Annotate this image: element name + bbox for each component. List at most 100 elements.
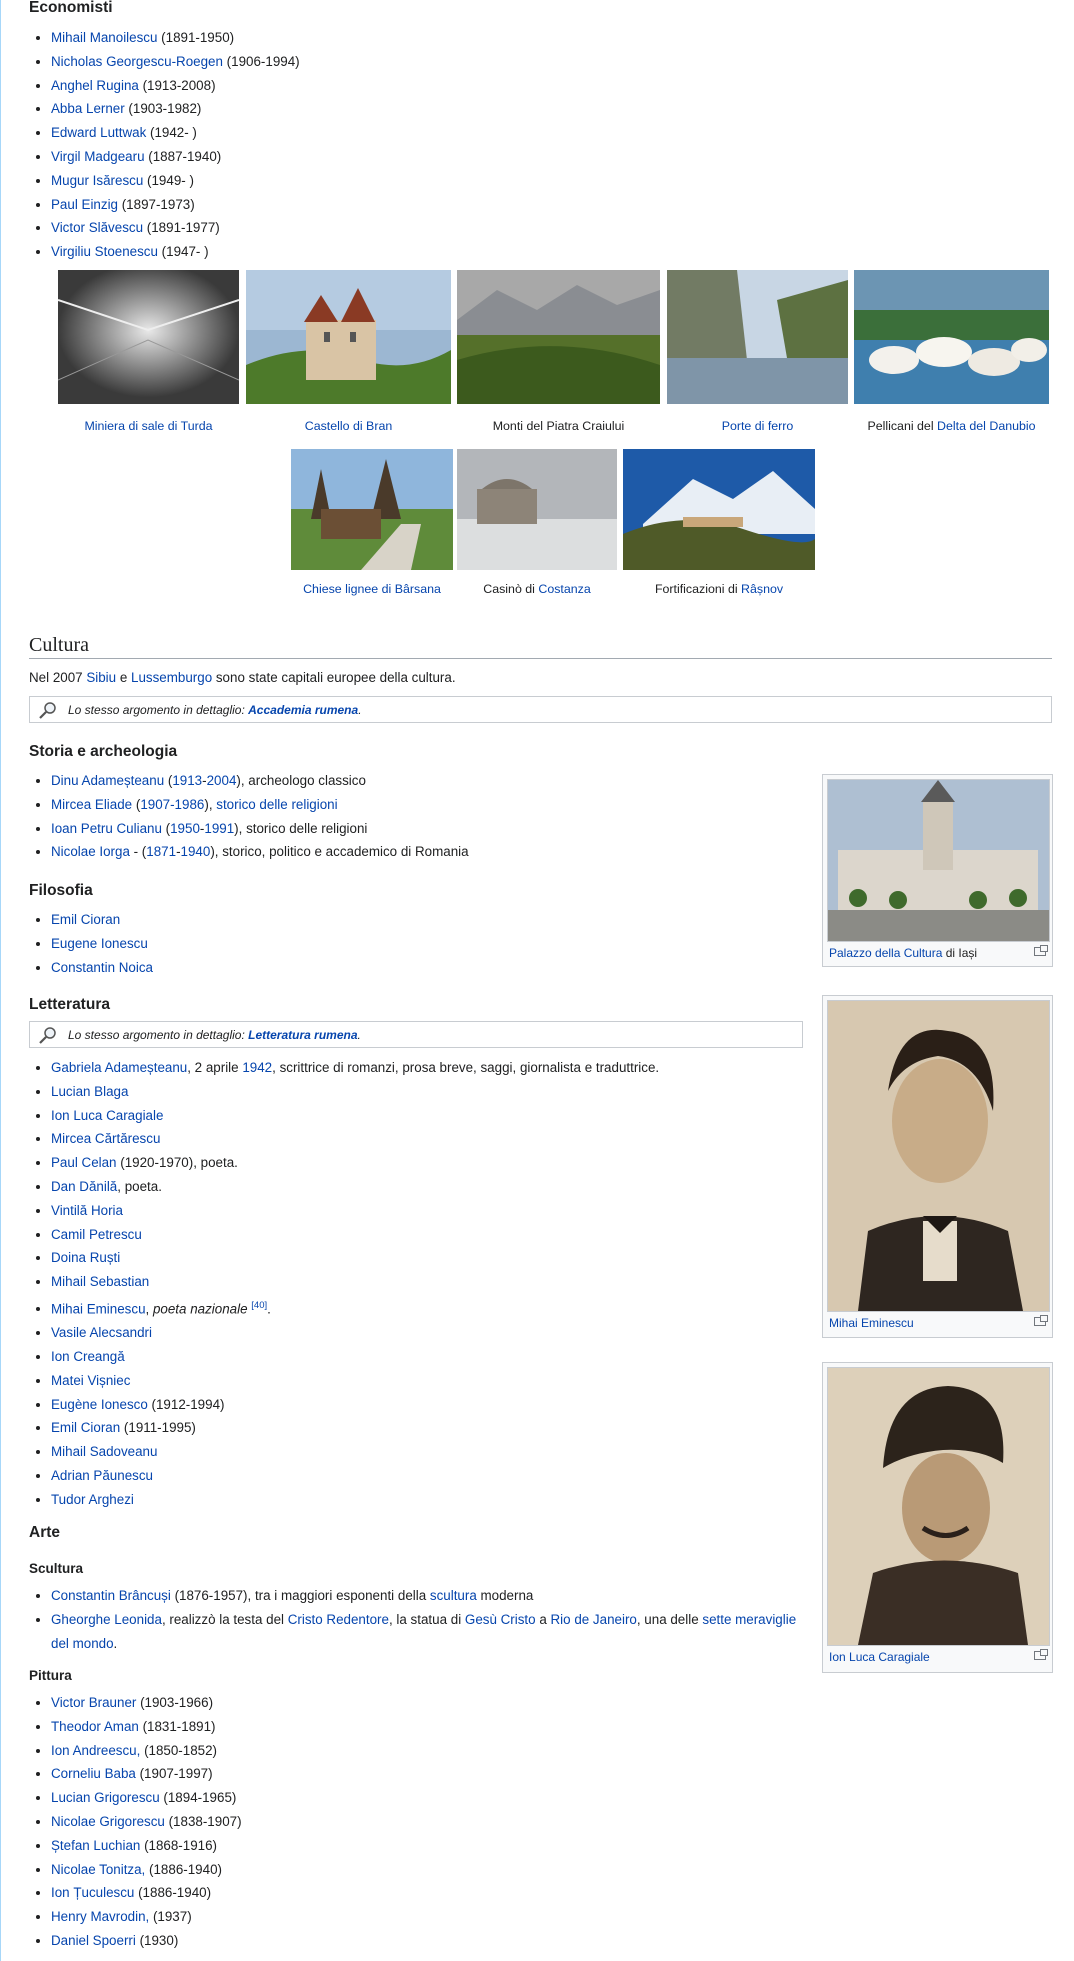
list-text: (1891-1977) [143, 220, 220, 236]
person-link[interactable]: Mihail Sebastian [51, 1274, 149, 1289]
gallery-link-rasnov[interactable]: Râșnov [741, 582, 783, 596]
person-link[interactable]: Doina Ruști [51, 1250, 120, 1265]
person-link[interactable]: Eugène Ionesco [51, 1397, 148, 1412]
reference-link[interactable]: [40] [251, 1300, 267, 1311]
person-link[interactable]: Abba Lerner [51, 101, 125, 116]
person-link[interactable]: Nicolae Iorga [51, 844, 130, 859]
reference-link[interactable]: [40] [251, 1300, 267, 1311]
list-text: . [267, 1301, 271, 1317]
gallery-image-barsana[interactable] [291, 449, 453, 570]
person-link[interactable]: Anghel Rugina [51, 78, 139, 93]
person-link[interactable]: Mihail Sadoveanu [51, 1444, 157, 1459]
link-palazzo-cultura[interactable]: Palazzo della Cultura [829, 946, 942, 960]
person-link[interactable]: Mugur Isărescu [51, 173, 143, 188]
person-link[interactable]: Constantin Noica [51, 960, 153, 975]
list-item: Matei Vișniec [51, 1369, 831, 1393]
person-link[interactable]: Constantin Brâncuși [51, 1588, 171, 1603]
person-link[interactable]: Ioan Petru Culianu [51, 821, 162, 836]
person-link[interactable]: Ion Andreescu, [51, 1743, 140, 1758]
person-link[interactable]: Tudor Arghezi [51, 1492, 134, 1507]
list-item: Camil Petrescu [51, 1223, 831, 1247]
person-link[interactable]: Mihai Eminescu [51, 1301, 146, 1316]
person-link[interactable]: Victor Brauner [51, 1695, 136, 1710]
person-link[interactable]: Vintilă Horia [51, 1203, 123, 1218]
person-link[interactable]: Ion Țuculescu [51, 1885, 134, 1900]
topic-link[interactable]: Cristo Redentore [288, 1612, 389, 1627]
person-link[interactable]: Dan Dănilă [51, 1179, 117, 1194]
thumb-image-eminescu[interactable] [827, 1000, 1050, 1312]
person-link[interactable]: Eugene Ionescu [51, 936, 148, 951]
person-link[interactable]: Henry Mavrodin, [51, 1909, 149, 1924]
person-link[interactable]: Ștefan Luchian [51, 1838, 140, 1853]
person-link[interactable]: Emil Cioran [51, 1420, 120, 1435]
person-link[interactable]: Vasile Alecsandri [51, 1325, 152, 1340]
list-text: ), [204, 796, 217, 812]
year-link[interactable]: 1871 [146, 844, 176, 859]
person-link[interactable]: Adrian Păunescu [51, 1468, 153, 1483]
list-item: Constantin Brâncuși (1876-1957), tra i m… [51, 1584, 811, 1608]
year-link[interactable]: 1907-1986 [140, 797, 204, 812]
year-link[interactable]: 2004 [207, 773, 237, 788]
enlarge-icon[interactable] [1034, 945, 1048, 956]
gallery-link-turda[interactable]: Miniera di sale di Turda [84, 419, 212, 433]
topic-link[interactable]: scultura [430, 1588, 477, 1603]
person-link[interactable]: Paul Einzig [51, 197, 118, 212]
topic-link[interactable]: Rio de Janeiro [551, 1612, 637, 1627]
gallery-link-porte[interactable]: Porte di ferro [722, 419, 794, 433]
list-text: , poeta. [117, 1178, 162, 1194]
person-link[interactable]: Theodor Aman [51, 1719, 139, 1734]
person-link[interactable]: Virgiliu Stoenescu [51, 244, 158, 259]
thumb-image-palazzo[interactable] [827, 779, 1050, 942]
gallery-image-porte-di-ferro[interactable] [667, 270, 848, 404]
link-mihai-eminescu-thumb[interactable]: Mihai Eminescu [829, 1316, 914, 1330]
gallery-link-costanza[interactable]: Costanza [538, 582, 590, 596]
person-link[interactable]: Ion Luca Caragiale [51, 1108, 163, 1123]
gallery-link-delta[interactable]: Delta del Danubio [937, 419, 1036, 433]
person-link[interactable]: Nicolae Grigorescu [51, 1814, 165, 1829]
year-link[interactable]: 1950 [170, 821, 200, 836]
person-link[interactable]: Daniel Spoerri [51, 1933, 136, 1948]
enlarge-icon[interactable] [1034, 1649, 1048, 1660]
person-link[interactable]: Paul Celan [51, 1155, 117, 1170]
person-link[interactable]: Lucian Blaga [51, 1084, 128, 1099]
person-link[interactable]: Ion Creangă [51, 1349, 125, 1364]
year-link[interactable]: 1991 [204, 821, 234, 836]
enlarge-icon[interactable] [1034, 1315, 1048, 1326]
gallery-image-pellicani[interactable] [854, 270, 1049, 404]
person-link[interactable]: Camil Petrescu [51, 1227, 142, 1242]
gallery-image-piatra-craiului[interactable] [457, 270, 660, 404]
gallery-image-rasnov[interactable] [623, 449, 815, 570]
year-link[interactable]: 1940 [181, 844, 211, 859]
year-link[interactable]: 1942 [242, 1060, 272, 1075]
gallery-link-bran[interactable]: Castello di Bran [305, 419, 392, 433]
link-caragiale-thumb[interactable]: Ion Luca Caragiale [829, 1650, 930, 1664]
year-link[interactable]: 1913 [172, 773, 202, 788]
topic-link[interactable]: storico delle religioni [216, 797, 337, 812]
person-link[interactable]: Mircea Eliade [51, 797, 132, 812]
gallery-link-barsana[interactable]: Chiese lignee di Bârsana [303, 582, 441, 596]
gallery-image-casino[interactable] [457, 449, 617, 570]
list-item: Ioan Petru Culianu (1950-1991), storico … [51, 817, 831, 841]
person-link[interactable]: Corneliu Baba [51, 1766, 136, 1781]
gallery-image-bran[interactable] [246, 270, 451, 404]
link-sibiu[interactable]: Sibiu [86, 670, 116, 685]
link-lussemburgo[interactable]: Lussemburgo [131, 670, 212, 685]
person-link[interactable]: Nicholas Georgescu-Roegen [51, 54, 223, 69]
person-link[interactable]: Gheorghe Leonida [51, 1612, 162, 1627]
person-link[interactable]: Gabriela Adameșteanu [51, 1060, 187, 1075]
gallery-image-turda[interactable] [58, 270, 239, 404]
person-link[interactable]: Mihail Manoilescu [51, 30, 157, 45]
person-link[interactable]: Victor Slăvescu [51, 220, 143, 235]
link-letteratura-rumena[interactable]: Letteratura rumena [248, 1028, 357, 1042]
person-link[interactable]: Nicolae Tonitza, [51, 1862, 145, 1877]
person-link[interactable]: Emil Cioran [51, 912, 120, 927]
thumb-image-caragiale[interactable] [827, 1367, 1050, 1646]
person-link[interactable]: Matei Vișniec [51, 1373, 130, 1388]
person-link[interactable]: Lucian Grigorescu [51, 1790, 160, 1805]
link-accademia-rumena[interactable]: Accademia rumena [248, 703, 358, 717]
person-link[interactable]: Virgil Madgearu [51, 149, 145, 164]
person-link[interactable]: Dinu Adameșteanu [51, 773, 164, 788]
topic-link[interactable]: Gesù Cristo [465, 1612, 536, 1627]
person-link[interactable]: Edward Luttwak [51, 125, 146, 140]
person-link[interactable]: Mircea Cărtărescu [51, 1131, 160, 1146]
